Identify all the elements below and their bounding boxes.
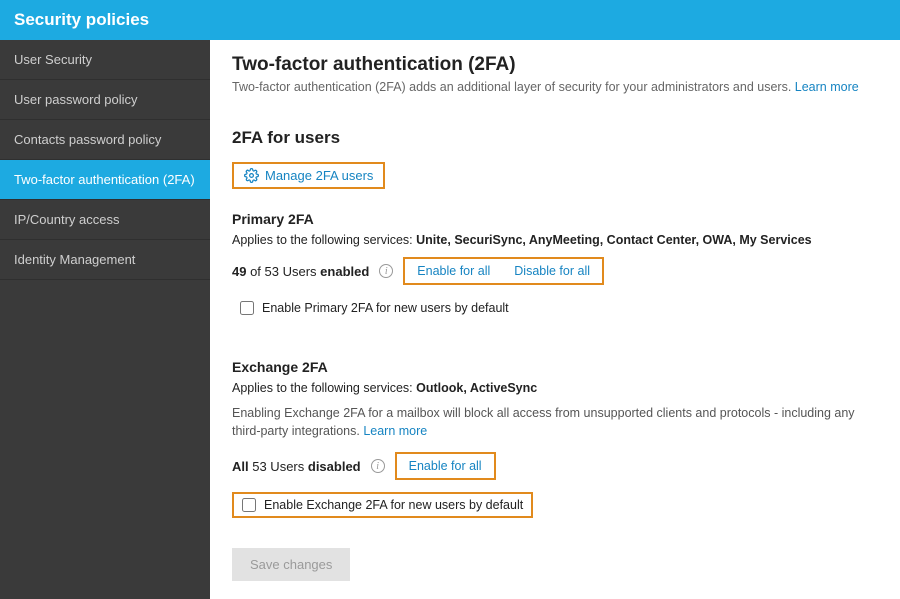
page-desc-text: Two-factor authentication (2FA) adds an … [232, 80, 795, 94]
page-title: Two-factor authentication (2FA) [232, 54, 878, 76]
sidebar-item-label: Contacts password policy [14, 132, 161, 147]
primary-default-row[interactable]: Enable Primary 2FA for new users by defa… [232, 297, 517, 319]
gear-icon [244, 168, 259, 183]
manage-2fa-users-link[interactable]: Manage 2FA users [232, 162, 385, 189]
page-desc: Two-factor authentication (2FA) adds an … [232, 80, 878, 94]
primary-services: Unite, SecuriSync, AnyMeeting, Contact C… [416, 233, 811, 247]
topbar: Security policies [0, 0, 900, 40]
primary-statusline: 49 of 53 Users enabled i Enable for all … [232, 257, 878, 285]
primary-count-state: enabled [320, 264, 369, 279]
primary-count-mid: of 53 Users [246, 264, 320, 279]
exchange-count: All 53 Users disabled [232, 459, 361, 474]
body: User Security User password policy Conta… [0, 40, 900, 599]
sidebar-item-label: Identity Management [14, 252, 135, 267]
sidebar-item-label: IP/Country access [14, 212, 120, 227]
exchange-default-row[interactable]: Enable Exchange 2FA for new users by def… [232, 492, 533, 518]
exchange-applies: Applies to the following services: Outlo… [232, 381, 878, 395]
info-icon[interactable]: i [371, 459, 385, 473]
exchange-statusline: All 53 Users disabled i Enable for all [232, 452, 878, 480]
sidebar-item-two-factor-auth[interactable]: Two-factor authentication (2FA) [0, 160, 210, 200]
exchange-note: Enabling Exchange 2FA for a mailbox will… [232, 405, 878, 440]
sidebar-item-label: User Security [14, 52, 92, 67]
exchange-note-text: Enabling Exchange 2FA for a mailbox will… [232, 406, 855, 438]
exchange-action-group: Enable for all [395, 452, 496, 480]
exchange-default-label: Enable Exchange 2FA for new users by def… [264, 498, 523, 512]
sidebar-item-contacts-password-policy[interactable]: Contacts password policy [0, 120, 210, 160]
save-changes-button[interactable]: Save changes [232, 548, 350, 581]
exchange-count-mid: 53 Users [249, 459, 308, 474]
sidebar: User Security User password policy Conta… [0, 40, 210, 599]
primary-enable-all-button[interactable]: Enable for all [405, 259, 502, 283]
info-icon[interactable]: i [379, 264, 393, 278]
primary-count: 49 of 53 Users enabled [232, 264, 369, 279]
primary-disable-all-button[interactable]: Disable for all [502, 259, 602, 283]
sidebar-item-label: User password policy [14, 92, 138, 107]
sidebar-item-identity-management[interactable]: Identity Management [0, 240, 210, 280]
primary-count-num: 49 [232, 264, 246, 279]
primary-2fa-title: Primary 2FA [232, 211, 878, 227]
exchange-2fa-title: Exchange 2FA [232, 359, 878, 375]
section-title-users: 2FA for users [232, 128, 878, 148]
sidebar-item-label: Two-factor authentication (2FA) [14, 172, 195, 187]
page-head: Two-factor authentication (2FA) Two-fact… [210, 40, 900, 104]
topbar-title: Security policies [14, 10, 149, 30]
exchange-count-all: All [232, 459, 249, 474]
applies-prefix: Applies to the following services: [232, 233, 416, 247]
primary-applies: Applies to the following services: Unite… [232, 233, 878, 247]
primary-default-label: Enable Primary 2FA for new users by defa… [262, 301, 509, 315]
primary-default-checkbox[interactable] [240, 301, 254, 315]
primary-action-group: Enable for all Disable for all [403, 257, 604, 285]
exchange-services: Outlook, ActiveSync [416, 381, 537, 395]
sidebar-item-user-security[interactable]: User Security [0, 40, 210, 80]
sidebar-item-ip-country-access[interactable]: IP/Country access [0, 200, 210, 240]
exchange-count-state: disabled [308, 459, 361, 474]
content: 2FA for users Manage 2FA users Primary 2… [210, 104, 900, 599]
manage-2fa-users-label: Manage 2FA users [265, 168, 373, 183]
exchange-enable-all-button[interactable]: Enable for all [397, 454, 494, 478]
learn-more-link[interactable]: Learn more [795, 80, 859, 94]
applies-prefix: Applies to the following services: [232, 381, 416, 395]
sidebar-item-user-password-policy[interactable]: User password policy [0, 80, 210, 120]
exchange-learn-more-link[interactable]: Learn more [363, 424, 427, 438]
exchange-default-checkbox[interactable] [242, 498, 256, 512]
main: Two-factor authentication (2FA) Two-fact… [210, 40, 900, 599]
